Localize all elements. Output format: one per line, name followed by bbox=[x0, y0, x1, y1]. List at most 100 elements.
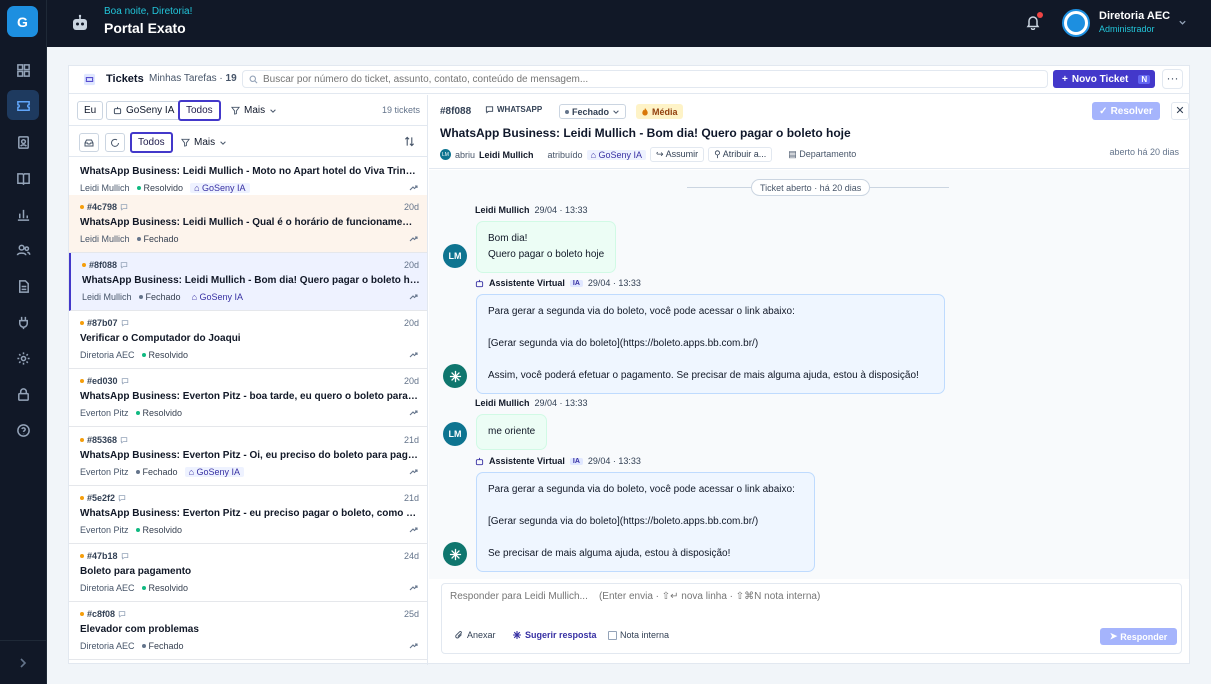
ticket-row-id: #87b07 bbox=[80, 318, 129, 328]
ticket-row-time: 20d bbox=[403, 376, 419, 386]
refresh-filter[interactable] bbox=[105, 133, 125, 152]
close-ticket-button[interactable]: ✕ bbox=[1171, 102, 1189, 120]
filter-todos-2[interactable]: Todos bbox=[130, 132, 173, 153]
internal-note-toggle[interactable]: Nota interna bbox=[608, 630, 669, 640]
sidebar-ticket-icon[interactable] bbox=[7, 90, 39, 120]
channel-badge: WHATSAPP bbox=[485, 105, 542, 114]
robot-icon bbox=[475, 457, 484, 465]
sidebar-expand[interactable] bbox=[0, 640, 47, 684]
filter-mais-2[interactable]: Mais bbox=[175, 133, 234, 152]
ticket-count: 19 tickets bbox=[382, 105, 421, 115]
robot-icon bbox=[73, 14, 87, 30]
assign-icon[interactable] bbox=[408, 525, 418, 535]
shortcut-badge: N bbox=[1138, 74, 1151, 84]
status-dropdown[interactable]: Fechado bbox=[559, 104, 627, 119]
ai-assignee-badge: ⌂ GoSeny IA bbox=[190, 183, 250, 193]
page-title: Tickets bbox=[106, 73, 144, 85]
user-menu[interactable]: Diretoria AEC Administrador bbox=[1062, 7, 1190, 39]
sort-icon[interactable] bbox=[404, 136, 415, 147]
sidebar-chart-icon[interactable] bbox=[7, 199, 39, 229]
ticket-row[interactable]: #87b07 20d Verificar o Computador do Joaqu… bbox=[69, 311, 427, 369]
chat-icon bbox=[121, 553, 128, 560]
ticket-row-meta: Diretoria AEC Resolvido bbox=[80, 350, 188, 360]
sidebar-plug-icon[interactable] bbox=[7, 307, 39, 337]
assistant-avatar bbox=[443, 542, 467, 566]
app-logo[interactable]: G bbox=[7, 6, 38, 37]
filter-goseny[interactable]: GoSeny IA bbox=[106, 101, 182, 120]
sidebar-dashboard-icon[interactable] bbox=[7, 55, 39, 85]
status-badge: Resolvido bbox=[141, 350, 188, 360]
my-tasks-count: 19 bbox=[225, 73, 237, 84]
filter-mais[interactable]: Mais bbox=[225, 101, 284, 120]
robot-icon bbox=[113, 106, 122, 115]
sidebar-gear-icon[interactable] bbox=[7, 343, 39, 373]
status-badge: Fechado bbox=[141, 641, 184, 651]
ticket-row-contact: Everton Pitz bbox=[80, 525, 129, 535]
ticket-list: WhatsApp Business: Leidi Mullich - Moto … bbox=[69, 158, 427, 665]
filter-row-1: Eu GoSeny IA Todos Mais 19 tickets bbox=[69, 95, 427, 126]
flame-icon bbox=[642, 107, 648, 116]
send-reply-button[interactable]: ➤ Responder bbox=[1100, 628, 1177, 645]
resolve-button[interactable]: ✓ Resolver bbox=[1092, 102, 1160, 120]
assign-icon[interactable] bbox=[408, 350, 418, 360]
ticket-row-title: Boleto para pagamento bbox=[80, 566, 192, 577]
suggest-reply-button[interactable]: Sugerir resposta bbox=[512, 630, 597, 640]
search-icon bbox=[249, 75, 258, 84]
message-sender: Assistente Virtual IA 29/04 · 13:33 bbox=[475, 456, 641, 466]
ticket-icon bbox=[83, 73, 96, 86]
ticket-row[interactable]: #47b18 24d Boleto para pagamento Diretoria … bbox=[69, 544, 427, 602]
sidebar-help-icon[interactable] bbox=[7, 415, 39, 445]
unread-dot bbox=[80, 612, 84, 616]
status-badge: Resolvido bbox=[136, 183, 183, 193]
chevron-down-icon bbox=[1179, 20, 1186, 25]
ticket-row[interactable]: #c8f08 25d Elevador com problemas Diretoria… bbox=[69, 602, 427, 660]
sidebar-document-icon[interactable] bbox=[7, 271, 39, 301]
filter-todos[interactable]: Todos bbox=[178, 100, 221, 121]
assign-icon[interactable] bbox=[408, 183, 418, 193]
assign-button[interactable]: ⚲ Atribuir a... bbox=[708, 147, 773, 162]
unread-dot bbox=[80, 438, 84, 442]
assign-icon[interactable] bbox=[408, 234, 418, 244]
assume-button[interactable]: ↪ Assumir bbox=[650, 147, 705, 162]
ticket-row-meta: Leidi Mullich Fechado ⌂ GoSeny IA bbox=[82, 292, 248, 302]
filter-eu[interactable]: Eu bbox=[77, 101, 104, 120]
assign-icon[interactable] bbox=[408, 583, 418, 593]
assigned-label: atribuído bbox=[547, 149, 583, 160]
ticket-row[interactable]: #5e2f2 21d WhatsApp Business: Everton Pitz… bbox=[69, 486, 427, 544]
chat-icon bbox=[118, 495, 126, 502]
ticket-row-time: 21d bbox=[403, 493, 419, 503]
ticket-row-meta: Leidi Mullich Resolvido ⌂ GoSeny IA bbox=[80, 183, 250, 193]
ticket-row-meta: Everton Pitz Fechado ⌂ GoSeny IA bbox=[80, 467, 245, 477]
sidebar-lock-icon[interactable] bbox=[7, 379, 39, 409]
sidebar-users-icon[interactable] bbox=[7, 235, 39, 265]
refresh-icon bbox=[111, 138, 119, 147]
assign-icon[interactable] bbox=[408, 641, 418, 651]
sidebar-contacts-icon[interactable] bbox=[7, 127, 39, 157]
ticket-row-time: 20d bbox=[403, 260, 419, 270]
ticket-row[interactable]: #4c798 20d WhatsApp Business: Leidi Mullic… bbox=[69, 195, 427, 253]
sparkle-icon bbox=[449, 370, 461, 382]
new-ticket-button[interactable]: + Novo Ticket N bbox=[1053, 70, 1155, 88]
department-selector[interactable]: ▤ Departamento bbox=[788, 149, 856, 160]
internal-note-checkbox[interactable] bbox=[608, 630, 617, 640]
reply-input[interactable] bbox=[450, 591, 1170, 609]
sidebar-book-icon[interactable] bbox=[7, 163, 39, 193]
ticket-row[interactable]: #ed030 20d WhatsApp Business: Everton Pitz… bbox=[69, 369, 427, 427]
ticket-row-contact: Everton Pitz bbox=[80, 408, 129, 418]
more-options-button[interactable]: ··· bbox=[1162, 69, 1183, 89]
my-tasks-label[interactable]: Minhas Tarefas · 19 bbox=[149, 73, 237, 84]
attach-button[interactable]: Anexar bbox=[454, 630, 496, 640]
tickets-toolbar: Tickets Minhas Tarefas · 19 +Novo Ticket… bbox=[69, 66, 1189, 94]
ticket-row[interactable]: #8f088 20d WhatsApp Business: Leidi Mullic… bbox=[69, 253, 427, 311]
search-input[interactable] bbox=[263, 72, 1043, 86]
ticket-row-time: 21d bbox=[403, 435, 419, 445]
assign-icon[interactable] bbox=[408, 408, 418, 418]
ticket-row-meta: Diretoria AEC Fechado bbox=[80, 641, 184, 651]
ticket-row[interactable]: #85368 21d WhatsApp Business: Everton Pitz… bbox=[69, 428, 427, 486]
message-bubble: Para gerar a segunda via do boleto, você… bbox=[476, 294, 945, 394]
inbox-filter[interactable] bbox=[79, 133, 99, 152]
assign-icon[interactable] bbox=[408, 467, 418, 477]
assign-icon[interactable] bbox=[408, 292, 418, 302]
assigned-to: ⌂ GoSeny IA bbox=[586, 149, 647, 160]
ticket-row-title: WhatsApp Business: Leidi Mullich - Bom d… bbox=[82, 275, 420, 286]
